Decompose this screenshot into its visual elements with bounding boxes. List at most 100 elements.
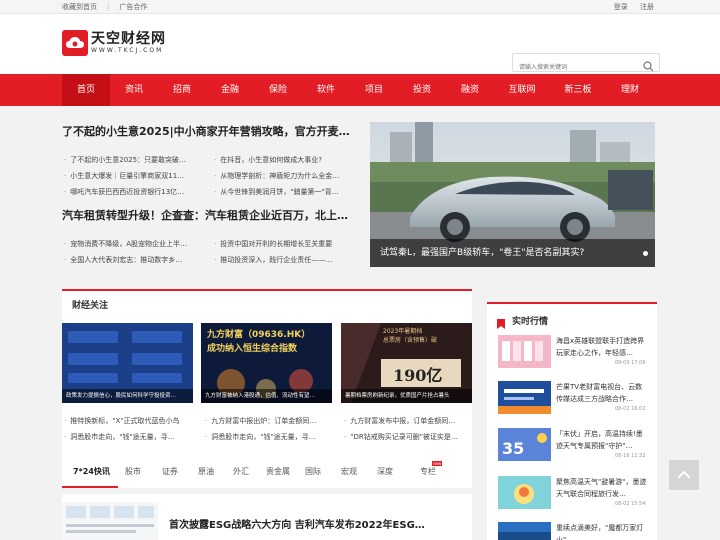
card-overlay-subtitle: 成功纳入恒生综合指数 (207, 344, 298, 354)
focus-list-2: 九方财富中报出炉：订单金额同… 洞悉股市走向，"钱"途无量，寻… (205, 413, 335, 445)
top-bar: 收藏到首页 | 广告合作 登录 注册 (0, 0, 720, 14)
register-link[interactable]: 注册 (640, 3, 654, 11)
tab-oil[interactable]: 原油 (198, 466, 214, 477)
tab-flash[interactable]: 7*24快讯 (73, 466, 110, 477)
list-item[interactable]: 小生意大爆发｜巨量引擎商家双11… (64, 168, 194, 184)
nav-project[interactable]: 项目 (350, 74, 398, 106)
hot-item-image: 35 (498, 428, 551, 461)
card-caption: 九方财富被纳入港股通，估值、流动性有望… (201, 389, 332, 403)
list-item[interactable]: 宠物消费不降级，A股宠物企业上半… (64, 236, 194, 252)
hot-item-image (498, 335, 551, 368)
nav-news[interactable]: 资讯 (110, 74, 158, 106)
hot-section-title: 实时行情 (512, 317, 549, 327)
svg-text:35: 35 (502, 439, 524, 458)
nav-financing[interactable]: 融资 (446, 74, 494, 106)
list-item[interactable]: 全国人大代表刘宏志：推动数字乡… (64, 252, 194, 268)
card-caption: 政策发力提振信心，股民如何科学守投投资… (62, 389, 193, 403)
list-item[interactable]: 投资中国对开利的长期增长至关重要 (214, 236, 344, 252)
list-item[interactable]: 从今世锋到美润月饼，"銷量第一"背… (214, 184, 344, 200)
logo-domain: WWW.TKCJ.COM (91, 47, 164, 54)
tab-metals[interactable]: 贵金属 (266, 466, 290, 477)
card-overlay-title: 2023年暑期档 (383, 328, 423, 335)
tab-securities[interactable]: 证券 (162, 466, 178, 477)
nav-invest-merchant[interactable]: 招商 (158, 74, 206, 106)
nav-internet[interactable]: 互联网 (494, 74, 550, 106)
hot-item-time: 08-02 15:54 (615, 501, 646, 507)
focus-card-1[interactable]: 政策发力提振信心，股民如何科学守投投资… (62, 323, 193, 403)
bookmark-link[interactable]: 收藏到首页 (62, 3, 97, 11)
chevron-up-icon (677, 470, 691, 479)
focus-card-3[interactable]: 2023年暑期档 总票房（含预售）破 190亿 暑期档票房刷新纪录，优质国产片抢… (341, 323, 472, 403)
list-item[interactable]: 从物理学剖析：神盾矩刀为什么全金… (214, 168, 344, 184)
tab-international[interactable]: 国际 (305, 466, 321, 477)
list-item[interactable]: 九方财富发布中报，订单金额同… (344, 413, 474, 429)
headline2-list-right: 投资中国对开利的长期增长至关重要 推动投资深入，践行企业责任——… (214, 236, 344, 268)
feed-title[interactable]: 首次披露ESG战略六大方向 吉利汽车发布2022年ESG… (169, 516, 464, 531)
hero-slider[interactable]: 试驾秦L，最强国产B级轿车，"卷王"是否名副其实? (370, 122, 655, 267)
tab-stocks[interactable]: 股市 (125, 466, 141, 477)
list-item[interactable]: 推动投资深入，践行企业责任——… (214, 252, 344, 268)
new-badge: new (432, 461, 443, 466)
hot-item-title: 「末伏」开启，高温持续!墨迹天气专属预报"守护"… (556, 430, 643, 450)
list-item[interactable]: 洞悉股市走向，"钱"途无量，寻… (64, 429, 194, 445)
login-link[interactable]: 登录 (614, 3, 628, 11)
nav-insurance[interactable]: 保险 (254, 74, 302, 106)
hot-item-time: 08-16 11:32 (615, 453, 646, 459)
nav-finance[interactable]: 金融 (206, 74, 254, 106)
site-logo[interactable]: 天空财经网 WWW.TKCJ.COM (62, 30, 166, 56)
headline1-list-left: 了不起的小生意2025：只要敢突破… 小生意大爆发｜巨量引擎商家双11… 哪吒汽… (64, 152, 194, 200)
bookmark-icon (497, 314, 505, 333)
hot-item-title: 芒果TV老财富电视台、云数传媒达成三方战略合作… (556, 383, 643, 403)
headline-title-2[interactable]: 汽车租赁转型升级！企查查：汽车租赁企业近百万，北上… (62, 207, 352, 223)
cloud-logo-icon (62, 30, 88, 56)
search-input[interactable] (513, 60, 637, 75)
hot-item-time: 09-09 17:06 (615, 360, 646, 366)
tab-depth[interactable]: 深度 (377, 466, 393, 477)
main-nav: 首页 资讯 招商 金融 保险 软件 项目 投资 融资 互联网 新三板 理财 (0, 74, 720, 106)
hot-item-title: 重续点滴美好，"魔都万家灯火"… (556, 524, 644, 540)
feed-image (62, 502, 158, 540)
card-overlay-title: 九方财富（09636.HK） (207, 330, 311, 340)
focus-card-2[interactable]: 九方财富（09636.HK） 成功纳入恒生综合指数 九方财富被纳入港股通，估值、… (201, 323, 332, 403)
focus-list-1: 推特换新标，"X"正式取代蓝色小鸟 洞悉股市走向，"钱"途无量，寻… (64, 413, 194, 445)
headline-title-1[interactable]: 了不起的小生意2025|中小商家开年营销攻略，官方开麦… (62, 123, 352, 139)
panel-accent-line (62, 289, 472, 291)
nav-home[interactable]: 首页 (62, 74, 110, 106)
back-to-top-button[interactable] (669, 460, 699, 490)
headline1-list-right: 在抖音，小生意如何做成大事业? 从物理学剖析：神盾矩刀为什么全金… 从今世锋到美… (214, 152, 344, 200)
focus-list-3: 九方财富发布中报，订单金额同… "DR钻戒购买记录可删"被证实是… (344, 413, 474, 445)
list-item[interactable]: 了不起的小生意2025：只要敢突破… (64, 152, 194, 168)
nav-software[interactable]: 软件 (302, 74, 350, 106)
slider-dot[interactable] (643, 251, 648, 256)
headline2-list-left: 宠物消费不降级，A股宠物企业上半… 全国人大代表刘宏志：推动数字乡… (64, 236, 194, 268)
header: 天空财经网 WWW.TKCJ.COM (0, 14, 720, 75)
active-tab-indicator (62, 486, 118, 488)
tab-column[interactable]: 专栏 (420, 466, 436, 477)
hot-item-image (498, 476, 551, 509)
panel-accent-line (487, 302, 657, 304)
list-item[interactable]: 九方财富中报出炉：订单金额同… (205, 413, 335, 429)
hot-item-image (498, 381, 551, 414)
tab-macro[interactable]: 宏观 (341, 466, 357, 477)
hero-caption[interactable]: 试驾秦L，最强国产B级轿车，"卷王"是否名副其实? (370, 239, 655, 267)
search-box (512, 53, 660, 75)
list-item[interactable]: 哪吒汽车获巴西西近投资银行13亿… (64, 184, 194, 200)
card-caption: 暑期档票房刷新纪录，优质国产片抢占暑头 (341, 389, 472, 403)
tab-forex[interactable]: 外汇 (233, 466, 249, 477)
card-overlay-number: 190亿 (393, 366, 443, 385)
hot-item-image (498, 522, 551, 540)
focus-section-title: 财经关注 (72, 301, 109, 311)
nav-wealth[interactable]: 理财 (606, 74, 654, 106)
nav-investment[interactable]: 投资 (398, 74, 446, 106)
list-item[interactable]: 洞悉股市走向，"钱"途无量，寻… (205, 429, 335, 445)
hot-item-time: 08-02 16:02 (615, 406, 646, 412)
list-item[interactable]: "DR钻戒购买记录可删"被证实是… (344, 429, 474, 445)
hot-item-title: 海昌x英雄联盟联手打造跨界玩家走心之作，年轻感… (556, 337, 645, 357)
hot-item-title: 聚焦高温天气"避暑游"，墨迹天气联合同程旅行发… (556, 478, 647, 498)
nav-neeq[interactable]: 新三板 (552, 74, 604, 106)
ads-link[interactable]: 广告合作 (119, 3, 147, 11)
feed-thumb[interactable] (62, 502, 158, 540)
list-item[interactable]: 推特换新标，"X"正式取代蓝色小鸟 (64, 413, 194, 429)
list-item[interactable]: 在抖音，小生意如何做成大事业? (214, 152, 344, 168)
logo-title: 天空财经网 (91, 31, 166, 47)
